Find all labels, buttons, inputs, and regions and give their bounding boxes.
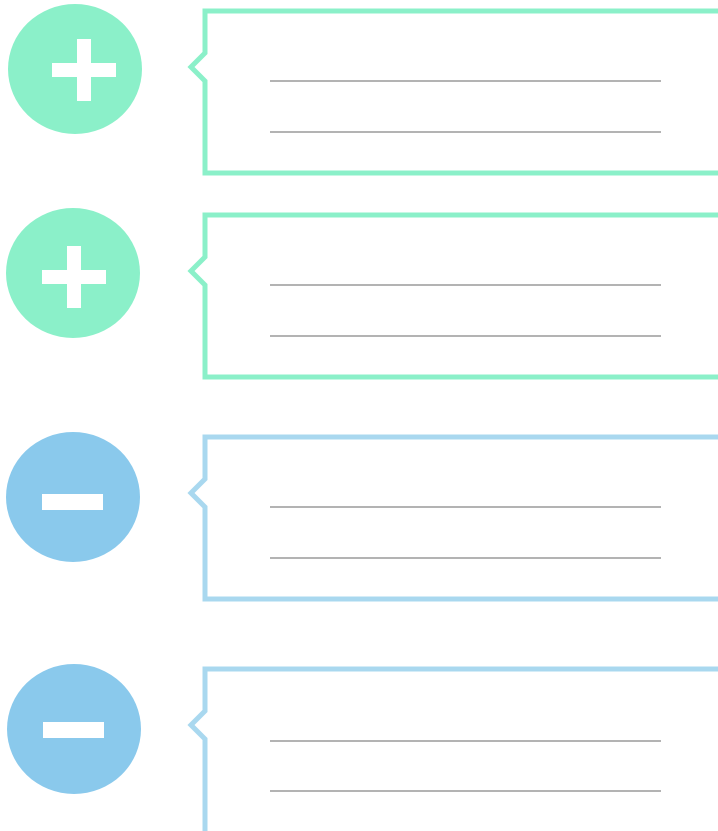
text-callout-box — [187, 212, 718, 380]
blank-line — [270, 740, 661, 742]
blank-line — [270, 284, 661, 286]
text-callout-box — [187, 8, 718, 176]
blank-line — [270, 557, 661, 559]
blank-line — [270, 335, 661, 337]
con-item — [0, 426, 718, 611]
blank-line — [270, 790, 661, 792]
blank-line — [270, 80, 661, 82]
blank-line — [270, 506, 661, 508]
pro-item — [0, 204, 718, 389]
pro-item — [0, 0, 718, 185]
text-callout-box — [187, 666, 718, 831]
text-callout-box — [187, 434, 718, 602]
con-item — [0, 658, 718, 831]
blank-line — [270, 131, 661, 133]
